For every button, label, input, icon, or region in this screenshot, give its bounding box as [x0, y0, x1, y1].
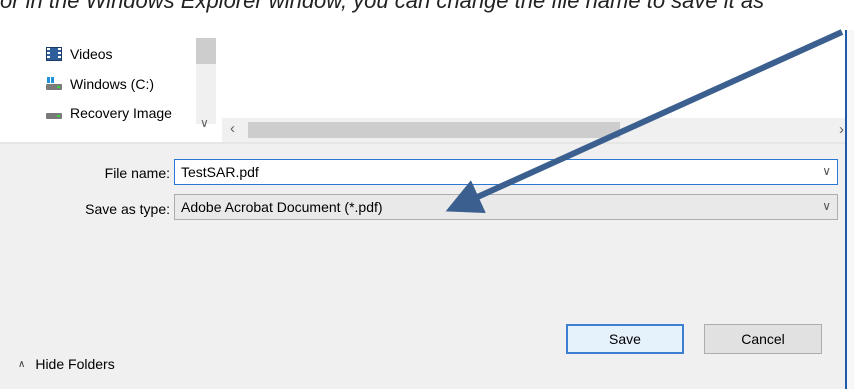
- horizontal-scrollbar[interactable]: ‹ ›: [222, 118, 854, 142]
- drive-icon: [46, 106, 62, 120]
- horizontal-scroll-thumb[interactable]: [248, 122, 620, 138]
- instruction-caption: or in the Windows Explorer window, you c…: [0, 0, 765, 13]
- windows-drive-icon: [46, 77, 62, 91]
- file-name-label: File name:: [104, 165, 170, 181]
- chevron-down-icon[interactable]: ∨: [822, 199, 831, 213]
- tree-item-windows-c[interactable]: Windows (C:): [46, 73, 154, 95]
- save-as-type-select[interactable]: Adobe Acrobat Document (*.pdf) ∨: [174, 194, 838, 220]
- window-right-edge: [845, 30, 854, 389]
- video-folder-icon: [46, 47, 62, 61]
- save-button[interactable]: Save: [566, 324, 684, 354]
- chevron-down-icon[interactable]: ∨: [822, 164, 831, 178]
- tree-item-label: Videos: [70, 46, 113, 62]
- scroll-down-chevron-icon[interactable]: ∨: [200, 116, 209, 130]
- tree-item-recovery-image[interactable]: Recovery Image: [46, 102, 172, 124]
- vertical-scroll-thumb[interactable]: [196, 38, 216, 64]
- tree-item-videos[interactable]: Videos: [46, 43, 113, 65]
- tree-item-label: Windows (C:): [70, 76, 155, 92]
- cancel-button[interactable]: Cancel: [704, 324, 822, 354]
- file-name-input[interactable]: TestSAR.pdf ∨: [174, 159, 838, 185]
- hide-folders-label: Hide Folders: [35, 356, 115, 372]
- save-as-type-label: Save as type:: [85, 201, 170, 217]
- scroll-left-chevron-icon[interactable]: ‹: [230, 120, 235, 137]
- tree-item-label: Recovery Image: [70, 105, 172, 121]
- scroll-right-chevron-icon[interactable]: ›: [839, 121, 844, 138]
- tree-vertical-scrollbar[interactable]: [196, 38, 216, 124]
- save-as-type-value: Adobe Acrobat Document (*.pdf): [181, 199, 383, 215]
- chevron-up-icon: ∧: [18, 358, 26, 370]
- hide-folders-toggle[interactable]: ∧ Hide Folders: [18, 356, 115, 372]
- file-name-value: TestSAR.pdf: [181, 164, 259, 180]
